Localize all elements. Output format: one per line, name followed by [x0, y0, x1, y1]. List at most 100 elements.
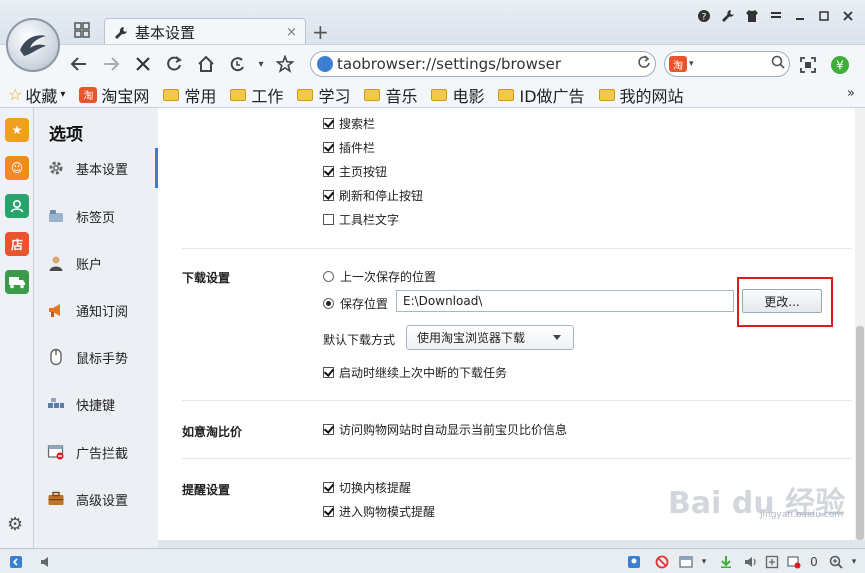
address-bar[interactable] — [310, 51, 656, 77]
nav-item-shortcuts[interactable]: 快捷键 — [34, 384, 158, 424]
download-path-input[interactable] — [396, 290, 734, 312]
cat-sidebar-icon[interactable]: ☺ — [5, 156, 29, 180]
option-label: 插件栏 — [339, 141, 376, 155]
nav-item-advanced[interactable]: 高级设置 — [34, 479, 158, 519]
favorites-menu[interactable]: ☆ 收藏 ▾ — [8, 83, 65, 107]
option-toolbar-text[interactable]: 工具栏文字 — [323, 211, 399, 228]
download-icon[interactable] — [718, 554, 734, 570]
checkbox[interactable] — [323, 506, 334, 517]
bookmark-folder-work[interactable]: 工作 — [230, 83, 283, 107]
bookmarks-more-icon[interactable]: » — [847, 86, 855, 101]
refresh-icon[interactable] — [163, 53, 185, 75]
user-icon — [46, 253, 66, 273]
nav-item-notifications[interactable]: 通知订阅 — [34, 290, 158, 330]
radio-button[interactable] — [323, 271, 334, 282]
wrench-menu-icon[interactable] — [719, 8, 737, 24]
section-divider — [182, 400, 852, 401]
close-window-icon[interactable] — [839, 8, 857, 24]
bookmark-folder-my-sites[interactable]: 我的网站 — [598, 83, 684, 107]
bookmark-taobao[interactable]: 淘 淘宝网 — [79, 83, 149, 107]
window-dropdown-icon[interactable]: ▾ — [696, 554, 712, 570]
close-tab-icon[interactable]: × — [286, 25, 297, 40]
checkbox[interactable] — [323, 190, 334, 201]
option-home-button[interactable]: 主页按钮 — [323, 163, 387, 180]
option-shopping-mode-reminder[interactable]: 进入购物模式提醒 — [323, 503, 435, 520]
forward-arrow-icon[interactable] — [100, 53, 122, 75]
skin-icon[interactable] — [743, 8, 761, 24]
speaker-icon[interactable] — [38, 554, 54, 570]
contacts-sidebar-icon[interactable] — [5, 194, 29, 218]
option-resume-downloads[interactable]: 启动时继续上次中断的下载任务 — [323, 364, 507, 381]
zoom-reset-icon[interactable] — [764, 554, 780, 570]
navigation-toolbar: ▾ 淘 ▾ ¥ — [0, 44, 865, 82]
nav-item-mouse-gestures[interactable]: 鼠标手势 — [34, 337, 158, 377]
browser-logo[interactable] — [6, 18, 60, 72]
new-tab-button[interactable]: + — [312, 20, 329, 44]
option-save-location[interactable]: 保存位置 — [323, 295, 388, 312]
search-input[interactable] — [693, 57, 767, 71]
favorites-star-icon: ☆ — [8, 85, 23, 104]
option-last-location[interactable]: 上一次保存的位置 — [323, 268, 436, 285]
url-input[interactable] — [337, 55, 633, 73]
taobao-icon: 淘 — [79, 86, 98, 103]
sidebar-toggle-icon[interactable] — [8, 554, 24, 570]
scrollbar-thumb[interactable] — [856, 326, 864, 540]
menu-icon[interactable] — [767, 8, 785, 24]
volume-icon[interactable] — [742, 554, 758, 570]
block-icon[interactable] — [654, 554, 670, 570]
screenshot-icon[interactable] — [798, 55, 818, 75]
nav-item-tabs[interactable]: 标签页 — [34, 196, 158, 236]
default-download-select[interactable]: 使用淘宝浏览器下载 — [406, 325, 574, 350]
gear-icon[interactable]: ⚙ — [7, 514, 23, 535]
radio-button[interactable] — [323, 298, 334, 309]
search-box[interactable]: 淘 ▾ — [664, 51, 790, 77]
option-plugin-bar[interactable]: 插件栏 — [323, 139, 375, 156]
bookmark-folder-study[interactable]: 学习 — [297, 83, 350, 107]
history-icon[interactable] — [226, 53, 248, 75]
favorites-sidebar-icon[interactable]: ★ — [5, 118, 29, 142]
reminders-section-label: 提醒设置 — [182, 483, 231, 497]
nav-item-basic-settings[interactable]: 基本设置 — [34, 148, 158, 188]
checkbox[interactable] — [323, 166, 334, 177]
bookmark-folder-common[interactable]: 常用 — [163, 83, 216, 107]
address-reload-icon[interactable] — [633, 55, 655, 73]
zoom-dropdown-icon[interactable]: ▾ — [846, 554, 862, 570]
yuan-coin-icon[interactable]: ¥ — [830, 55, 850, 75]
nav-item-ad-blocking[interactable]: 广告拦截 — [34, 432, 158, 472]
back-arrow-icon[interactable] — [68, 53, 90, 75]
option-refresh-stop[interactable]: 刷新和停止按钮 — [323, 187, 423, 204]
checkbox[interactable] — [323, 118, 334, 129]
bookmark-folder-ads[interactable]: ID做广告 — [498, 83, 585, 107]
checkbox[interactable] — [323, 367, 334, 378]
tab-grid-icon[interactable] — [74, 22, 90, 38]
tab-settings[interactable]: 基本设置 × — [104, 18, 306, 46]
history-dropdown-icon[interactable]: ▾ — [250, 53, 272, 75]
help-icon[interactable]: ? — [695, 8, 713, 24]
stop-icon[interactable] — [132, 53, 154, 75]
maximize-icon[interactable] — [815, 8, 833, 24]
nav-item-account[interactable]: 账户 — [34, 243, 158, 283]
taobao-search-icon[interactable]: 淘 — [669, 56, 687, 72]
zoom-icon[interactable] — [828, 554, 844, 570]
delivery-sidebar-icon[interactable] — [5, 270, 29, 294]
option-search-bar[interactable]: 搜索栏 — [323, 115, 375, 132]
window-icon[interactable] — [678, 554, 694, 570]
checkbox[interactable] — [323, 424, 334, 435]
ad-filter-icon[interactable] — [786, 554, 802, 570]
option-kernel-switch-reminder[interactable]: 切换内核提醒 — [323, 479, 411, 496]
bookmark-folder-movies[interactable]: 电影 — [431, 83, 484, 107]
search-icon[interactable] — [767, 55, 789, 73]
star-bookmark-icon[interactable] — [274, 53, 296, 75]
shop-sidebar-icon[interactable]: 店 — [5, 232, 29, 256]
checkbox[interactable] — [323, 142, 334, 153]
minimize-icon[interactable] — [791, 8, 809, 24]
content-scrollbar[interactable] — [855, 108, 865, 540]
home-icon[interactable] — [195, 53, 217, 75]
checkbox[interactable] — [323, 482, 334, 493]
option-price-compare[interactable]: 访问购物网站时自动显示当前宝贝比价信息 — [323, 421, 567, 438]
taobao-helper-icon[interactable] — [626, 554, 642, 570]
checkbox[interactable] — [323, 214, 334, 225]
bookmark-label: 电影 — [452, 86, 485, 106]
status-bar: ▾ 0 ▾ — [0, 548, 865, 573]
bookmark-folder-music[interactable]: 音乐 — [364, 83, 417, 107]
